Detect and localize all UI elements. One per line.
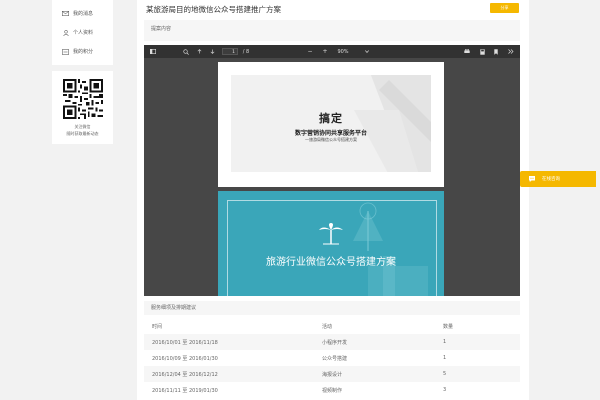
points-icon: [62, 48, 69, 55]
table-cell: 公众号搭建: [322, 355, 348, 362]
page-total: / 8: [242, 48, 250, 55]
table-row: 2016/10/01 至 2016/11/18 小程序开发 1: [144, 334, 520, 350]
table-row: 2016/10/09 至 2016/01/30 公众号搭建 1: [144, 350, 520, 366]
table-cell: 海报设计: [322, 371, 343, 378]
page-number-input[interactable]: 1: [222, 48, 238, 55]
table-cell: 视频制作: [322, 387, 343, 394]
download-icon[interactable]: [477, 45, 487, 58]
chevron-down-icon[interactable]: [363, 45, 371, 58]
table-cell: 5: [443, 371, 447, 377]
main-panel: 某旅游局目的地微信公众号搭建推广方案 分享 提案内容 1 / 8 − + 90%: [137, 0, 529, 400]
share-button[interactable]: 分享: [490, 3, 519, 13]
qr-code: [62, 79, 103, 119]
table-cell: 2016/11/11 至 2019/01/30: [152, 387, 218, 394]
slide-subheading: —旅游局微信公众号搭建方案: [305, 137, 357, 142]
slide-title: 旅游行业微信公众号搭建方案: [266, 257, 396, 268]
slide-heading: 数字营销协同共享服务平台: [294, 130, 367, 137]
user-menu: 我的消息 个人资料 我的积分: [52, 0, 113, 65]
table-cell: 2016/10/01 至 2016/11/18: [152, 339, 218, 346]
arrow-up-icon[interactable]: [194, 45, 204, 58]
table-cell: 3: [443, 387, 447, 393]
column-header: 时间: [152, 323, 163, 330]
qr-card: 关注微信 随时获取最新动态: [52, 71, 113, 144]
slide-frame: [227, 200, 437, 296]
column-header: 数量: [443, 323, 454, 330]
column-header: 活动: [322, 323, 333, 330]
proposal-section-header: 提案内容: [144, 20, 520, 41]
sidebar-item-label: 个人资料: [73, 30, 94, 36]
zoom-in-icon[interactable]: +: [321, 45, 329, 58]
sidebar-toggle-icon[interactable]: [148, 45, 158, 58]
sidebar-item-points[interactable]: 我的积分: [52, 42, 113, 61]
pdf-page-2: 旅游行业微信公众号搭建方案: [218, 191, 444, 296]
zoom-level[interactable]: 90%: [332, 45, 354, 58]
qr-caption: 关注微信: [74, 124, 91, 129]
pdf-viewer[interactable]: 1 / 8 − + 90% 搞定 数字营销协同共享服务平台 —旅游局微信公众号搭…: [144, 45, 520, 296]
online-consult-button[interactable]: 在线咨询: [520, 171, 596, 187]
print-icon[interactable]: [462, 45, 472, 58]
chat-bubble-icon: [528, 175, 536, 183]
online-consult-label: 在线咨询: [542, 177, 560, 182]
sidebar-item-label: 我的消息: [73, 11, 94, 17]
table-cell: 1: [443, 355, 447, 361]
sidebar-item-profile[interactable]: 个人资料: [52, 23, 113, 42]
table-cell: 1: [443, 339, 447, 345]
sidebar: 我的消息 个人资料 我的积分 关注微信 随时获取最新动态: [52, 0, 113, 144]
pdf-page-1: 搞定 数字营销协同共享服务平台 —旅游局微信公众号搭建方案: [218, 62, 444, 187]
slide-logo-text: 搞定: [319, 112, 343, 125]
page-title: 某旅游局目的地微信公众号搭建推广方案: [146, 5, 281, 14]
envelope-icon: [62, 11, 69, 17]
table-row: 2016/12/04 至 2016/12/12 海报设计 5: [144, 366, 520, 382]
user-icon: [62, 29, 69, 36]
schedule-table: 时间 活动 数量 2016/10/01 至 2016/11/18 小程序开发 1…: [144, 318, 520, 398]
section-label: 提案内容: [151, 26, 172, 32]
table-cell: 2016/10/09 至 2016/01/30: [152, 355, 218, 362]
table-cell: 2016/12/04 至 2016/12/12: [152, 371, 218, 378]
slide-cover-panel: 搞定 数字营销协同共享服务平台 —旅游局微信公众号搭建方案: [231, 75, 431, 172]
bookmark-icon[interactable]: [491, 45, 501, 58]
section-label: 服务细项及排期建议: [151, 305, 197, 311]
sidebar-item-messages[interactable]: 我的消息: [52, 4, 113, 23]
pdf-toolbar: 1 / 8 − + 90%: [144, 45, 520, 58]
more-tools-icon[interactable]: [506, 45, 516, 58]
schedule-section-header: 服务细项及排期建议: [144, 301, 520, 315]
arrow-down-icon[interactable]: [207, 45, 217, 58]
sidebar-item-label: 我的积分: [73, 49, 94, 55]
table-header: 时间 活动 数量: [144, 318, 520, 334]
search-icon[interactable]: [181, 45, 191, 58]
qr-subcaption: 随时获取最新动态: [66, 131, 99, 136]
table-cell: 小程序开发: [322, 339, 348, 346]
zoom-out-icon[interactable]: −: [306, 45, 314, 58]
table-row: 2016/11/11 至 2019/01/30 视频制作 3: [144, 382, 520, 398]
palm-tree-icon: [319, 223, 343, 245]
